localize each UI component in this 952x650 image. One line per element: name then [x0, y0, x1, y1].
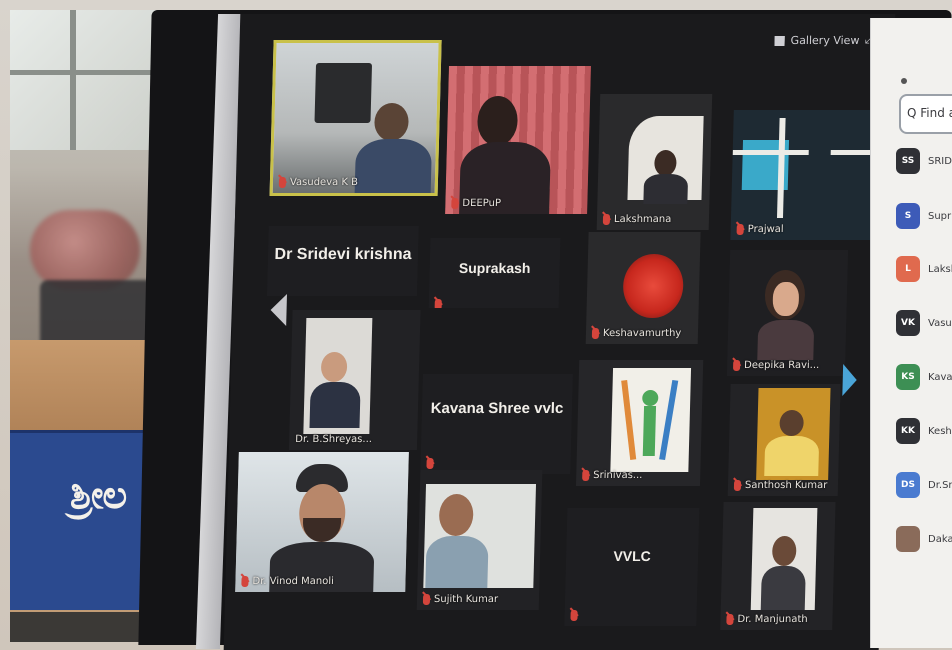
muted-mic-icon	[278, 177, 287, 188]
tile-name	[434, 299, 442, 308]
tile-name: Dr. Vinod Manoli	[241, 576, 334, 587]
muted-mic-icon	[241, 576, 249, 587]
participant-display-name: Kavana Shree vvlc	[430, 400, 564, 417]
muted-mic-icon	[736, 224, 744, 235]
tile-name: Santhosh Kumar	[733, 480, 827, 491]
participants-panel: Q Find a SS SRIDE S Supr L Laksh VK Vasu…	[870, 18, 952, 648]
muted-mic-icon	[582, 470, 590, 481]
tile-name: Srinivas...	[582, 470, 643, 481]
participant-display-name: VVLC	[613, 548, 652, 564]
avatar	[896, 526, 920, 552]
participant-body	[309, 382, 361, 428]
participant-body	[764, 436, 820, 476]
participant-list-item[interactable]: Dakash	[896, 526, 952, 552]
participant-list-item[interactable]: L Laksh	[896, 256, 952, 282]
photo-scene: ಶ್ರೀಲ Gallery View ⤢ Vasudeva K B DEEPuP	[0, 0, 952, 650]
video-meeting-screen: Gallery View ⤢ Vasudeva K B DEEPuP Laksh…	[223, 14, 896, 650]
video-tile[interactable]: Dr. Manjunath	[720, 502, 836, 630]
participant-body	[760, 566, 806, 610]
tile-name: Dr. Manjunath	[726, 614, 808, 625]
banner-logo-text: ಶ್ರೀಲ	[70, 472, 127, 517]
video-tile[interactable]: Santhosh Kumar	[727, 384, 841, 496]
participant-display-name: Suprakash	[458, 260, 531, 276]
video-tile[interactable]: DEEPuP	[445, 66, 591, 214]
participant-list-item[interactable]: S Supr	[896, 203, 951, 229]
panel-menu-icon[interactable]	[901, 78, 907, 84]
participant-body	[425, 536, 489, 588]
video-tile[interactable]: Dr. B.Shreyas...	[288, 310, 421, 450]
participant-label: Dakash	[928, 533, 952, 545]
logo-figure-body	[642, 406, 657, 456]
tile-name: Deepika Ravi...	[732, 360, 819, 371]
participant-list-item[interactable]: VK Vasud	[896, 310, 952, 336]
tile-name: Keshavamurthy	[591, 328, 681, 339]
video-tile[interactable]: Dr. Vinod Manoli	[235, 452, 409, 592]
participant-list-item[interactable]: KK Keshi	[896, 418, 952, 444]
muted-mic-icon	[732, 360, 741, 371]
participant-list-item[interactable]: KS Kavan	[896, 364, 952, 390]
tile-name: Sujith Kumar	[422, 594, 498, 605]
video-tile[interactable]: Srinivas...	[575, 360, 704, 486]
muted-mic-icon	[434, 299, 442, 308]
participant-label: Keshi	[928, 425, 952, 437]
participant-label: SRIDE	[928, 155, 952, 167]
previous-page-arrow-icon[interactable]	[270, 294, 287, 326]
tile-name: Vasudeva K B	[278, 177, 358, 188]
participant-label: Dr.Sri	[928, 479, 952, 491]
avatar: DS	[896, 472, 920, 498]
video-tile-no-video[interactable]: Dr Sridevi krishna	[266, 226, 419, 296]
muted-mic-icon	[426, 458, 434, 469]
gallery-view-icon	[774, 35, 785, 46]
participant-body	[643, 174, 689, 204]
light-beam	[732, 150, 809, 155]
avatar: S	[896, 203, 920, 229]
avatar: L	[896, 256, 920, 282]
window-frame	[70, 10, 76, 150]
next-page-arrow-icon[interactable]	[842, 364, 858, 396]
participant-label: Kavan	[928, 371, 952, 383]
participant-body	[354, 139, 433, 196]
video-tile[interactable]: Lakshmana	[596, 94, 713, 230]
video-tile[interactable]: Keshavamurthy	[585, 232, 701, 344]
video-tile[interactable]: Sujith Kumar	[416, 470, 543, 610]
participant-list-item[interactable]: SS SRIDE	[896, 148, 952, 174]
gallery-view-label: Gallery View	[790, 34, 860, 47]
video-tile[interactable]: Prajwal	[730, 110, 880, 240]
video-tile-active-speaker[interactable]: Vasudeva K B	[269, 40, 442, 196]
avatar: SS	[896, 148, 920, 174]
muted-mic-icon	[602, 214, 611, 225]
avatar: VK	[896, 310, 920, 336]
tile-name: DEEPuP	[451, 198, 501, 209]
light-beam	[830, 150, 871, 155]
monitor-in-video	[314, 63, 373, 123]
muted-mic-icon	[451, 198, 459, 209]
tile-name: Lakshmana	[602, 214, 671, 225]
tile-name	[426, 458, 434, 469]
blurred-person	[30, 210, 140, 290]
gallery-view-button[interactable]: Gallery View	[774, 34, 860, 47]
participant-body	[757, 320, 815, 360]
participant-display-name: Dr Sridevi krishna	[274, 246, 412, 263]
video-tile-no-video[interactable]: Kavana Shree vvlc	[420, 374, 573, 474]
participant-label: Supr	[928, 210, 952, 222]
video-tile-no-video[interactable]: VVLC	[564, 508, 700, 626]
tile-name: Prajwal	[736, 224, 784, 235]
participant-label: Vasud	[928, 317, 952, 329]
muted-mic-icon	[591, 328, 600, 339]
avatar: KS	[896, 364, 920, 390]
participant-face	[772, 282, 800, 316]
muted-mic-icon	[570, 610, 578, 621]
video-tile-no-video[interactable]: Suprakash	[428, 238, 561, 308]
participant-search-input[interactable]: Q Find a	[899, 94, 952, 134]
muted-mic-icon	[733, 480, 742, 491]
muted-mic-icon	[726, 614, 734, 625]
video-tile[interactable]: Deepika Ravi...	[726, 250, 849, 376]
participant-label: Laksh	[928, 263, 952, 275]
flower-avatar	[622, 254, 685, 318]
muted-mic-icon	[422, 594, 431, 605]
tile-name	[570, 610, 578, 621]
participant-list-item[interactable]: DS Dr.Sri	[896, 472, 952, 498]
tile-name: Dr. B.Shreyas...	[295, 434, 373, 445]
avatar: KK	[896, 418, 920, 444]
